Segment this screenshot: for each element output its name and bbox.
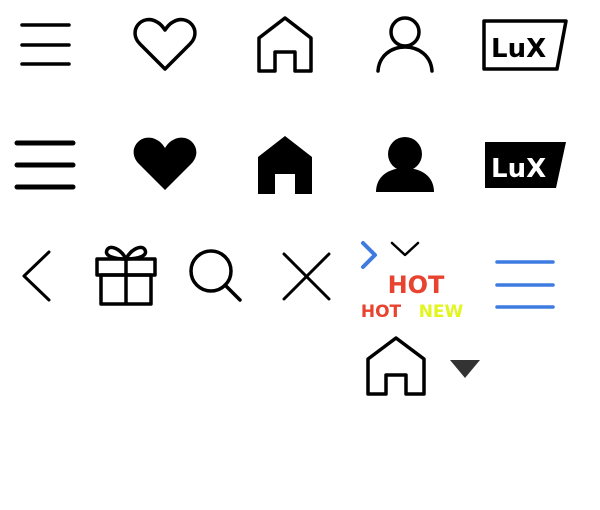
home-outline-icon[interactable] xyxy=(366,336,426,396)
lux-logo-outline-text: LuX xyxy=(491,34,546,64)
menu-icon[interactable] xyxy=(495,260,555,309)
user-outline-icon[interactable] xyxy=(376,16,434,73)
lux-logo-filled-text: LuX xyxy=(491,154,546,184)
caret-down-icon[interactable] xyxy=(450,360,480,378)
menu-icon[interactable] xyxy=(20,23,71,66)
chevron-right-icon[interactable] xyxy=(361,241,377,269)
lux-logo-outline[interactable]: LuX xyxy=(482,19,568,71)
lux-logo-filled[interactable]: LuX xyxy=(485,142,566,188)
gift-icon[interactable] xyxy=(95,245,157,306)
search-icon[interactable] xyxy=(189,249,242,302)
new-badge-small: NEW xyxy=(419,302,464,322)
icon-sheet: LuX LuX HOT HOT NEW xyxy=(14,16,568,396)
hot-badge-small: HOT xyxy=(361,302,402,322)
heart-outline-icon[interactable] xyxy=(133,18,197,71)
heart-filled-icon[interactable] xyxy=(133,137,197,190)
chevron-down-icon[interactable] xyxy=(390,241,420,257)
menu-icon[interactable] xyxy=(14,140,76,190)
close-icon[interactable] xyxy=(282,252,331,301)
home-filled-icon[interactable] xyxy=(258,136,312,194)
hot-badge-large: HOT xyxy=(388,271,445,299)
user-filled-icon[interactable] xyxy=(376,137,434,192)
chevron-left-icon[interactable] xyxy=(22,250,51,302)
home-outline-icon[interactable] xyxy=(257,16,313,73)
